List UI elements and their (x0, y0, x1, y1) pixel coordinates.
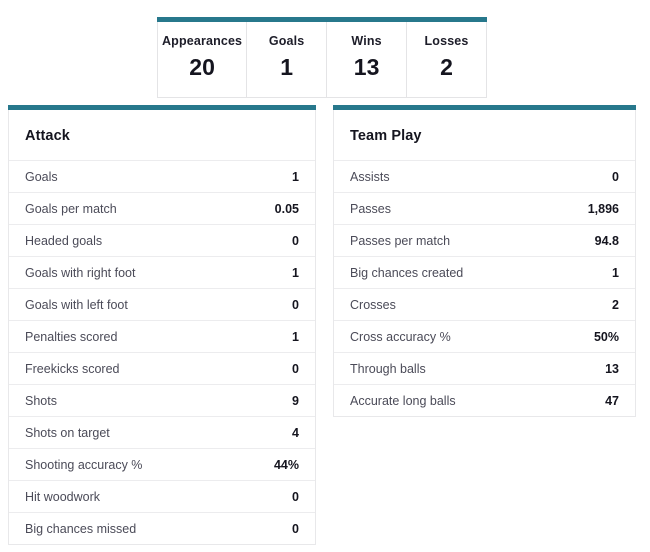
stat-row-value: 0 (292, 233, 299, 249)
stat-row: Accurate long balls 47 (334, 384, 635, 416)
stat-row-value: 0 (292, 489, 299, 505)
stat-row-label: Goals (25, 169, 58, 185)
stat-row-value: 0 (292, 361, 299, 377)
stat-row: Crosses 2 (334, 288, 635, 320)
stat-row: Shots 9 (9, 384, 315, 416)
stat-row-label: Assists (350, 169, 390, 185)
stat-row: Cross accuracy % 50% (334, 320, 635, 352)
panel-title: Team Play (334, 110, 635, 160)
stat-row-value: 1 (292, 329, 299, 345)
summary-stat-value: 2 (411, 51, 482, 83)
summary-stat-cell: Appearances 20 (158, 22, 247, 97)
stat-row-label: Shots (25, 393, 57, 409)
stat-row: Shots on target 4 (9, 416, 315, 448)
summary-stat-cell: Wins 13 (327, 22, 407, 97)
summary-stat-label: Wins (331, 33, 402, 49)
stat-row-label: Hit woodwork (25, 489, 100, 505)
stat-row: Shooting accuracy % 44% (9, 448, 315, 480)
stat-row-label: Goals with right foot (25, 265, 135, 281)
stat-row: Passes 1,896 (334, 192, 635, 224)
stat-row-value: 94.8 (595, 233, 619, 249)
stat-row: Hit woodwork 0 (9, 480, 315, 512)
panel-body: Attack Goals 1 Goals per match 0.05 Headed g… (8, 110, 316, 545)
stats-panel-team-play: Team Play Assists 0 Passes 1,896 Passes per … (333, 105, 636, 417)
summary-stat-value: 13 (331, 51, 402, 83)
stat-row-value: 44% (274, 457, 299, 473)
stat-row-label: Shooting accuracy % (25, 457, 142, 473)
stat-row-value: 0 (292, 297, 299, 313)
stat-row-value: 0.05 (275, 201, 299, 217)
stat-row-value: 50% (594, 329, 619, 345)
summary-stat-label: Losses (411, 33, 482, 49)
stat-row-value: 47 (605, 393, 619, 409)
summary-cell-list: Appearances 20 Goals 1 Wins 13 Losses 2 (157, 22, 487, 98)
stat-row-value: 1 (292, 169, 299, 185)
panel-body: Team Play Assists 0 Passes 1,896 Passes per … (333, 110, 636, 417)
stat-row-label: Cross accuracy % (350, 329, 451, 345)
stat-row-value: 1,896 (588, 201, 619, 217)
stat-row-value: 1 (292, 265, 299, 281)
stats-panel-attack: Attack Goals 1 Goals per match 0.05 Headed g… (8, 105, 316, 545)
summary-stat-cell: Losses 2 (407, 22, 486, 97)
summary-stats-card: Appearances 20 Goals 1 Wins 13 Losses 2 (157, 17, 487, 98)
stat-row: Goals with left foot 0 (9, 288, 315, 320)
stat-row: Headed goals 0 (9, 224, 315, 256)
stat-row-label: Through balls (350, 361, 426, 377)
stat-row-value: 1 (612, 265, 619, 281)
stat-row-label: Shots on target (25, 425, 110, 441)
stat-row-label: Big chances missed (25, 521, 136, 537)
stat-row: Freekicks scored 0 (9, 352, 315, 384)
stat-row-value: 0 (612, 169, 619, 185)
stat-row: Goals per match 0.05 (9, 192, 315, 224)
stat-row-label: Penalties scored (25, 329, 117, 345)
stat-row-value: 4 (292, 425, 299, 441)
stat-row-label: Goals with left foot (25, 297, 128, 313)
stat-row: Big chances created 1 (334, 256, 635, 288)
stat-row-value: 9 (292, 393, 299, 409)
panel-title: Attack (9, 110, 315, 160)
stat-row-label: Freekicks scored (25, 361, 119, 377)
summary-stat-cell: Goals 1 (247, 22, 327, 97)
stat-row: Big chances missed 0 (9, 512, 315, 544)
stat-row-label: Passes (350, 201, 391, 217)
summary-stat-value: 1 (251, 51, 322, 83)
stat-row-value: 2 (612, 297, 619, 313)
stat-row: Passes per match 94.8 (334, 224, 635, 256)
summary-stat-label: Goals (251, 33, 322, 49)
stat-row: Assists 0 (334, 160, 635, 192)
stat-row: Goals with right foot 1 (9, 256, 315, 288)
stat-row-value: 13 (605, 361, 619, 377)
stat-row-label: Passes per match (350, 233, 450, 249)
stat-row-value: 0 (292, 521, 299, 537)
stat-row-label: Accurate long balls (350, 393, 456, 409)
stat-row-list: Assists 0 Passes 1,896 Passes per match 94.8 B… (334, 160, 635, 416)
summary-stat-label: Appearances (162, 33, 242, 49)
stat-row-label: Crosses (350, 297, 396, 313)
stat-row: Through balls 13 (334, 352, 635, 384)
stat-row-label: Headed goals (25, 233, 102, 249)
stat-row-label: Big chances created (350, 265, 463, 281)
stat-row: Penalties scored 1 (9, 320, 315, 352)
stat-row-label: Goals per match (25, 201, 117, 217)
stat-row: Goals 1 (9, 160, 315, 192)
summary-stat-value: 20 (162, 51, 242, 83)
stat-row-list: Goals1Goals per match0.05Headed goals0Go… (9, 160, 315, 544)
